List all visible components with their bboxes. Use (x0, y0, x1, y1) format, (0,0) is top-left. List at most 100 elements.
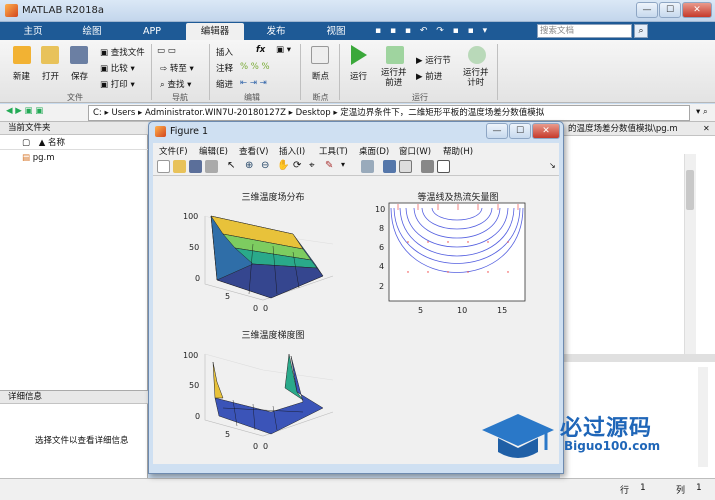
link-plot-icon[interactable] (361, 160, 374, 173)
new-button[interactable]: 新建 (13, 70, 30, 82)
path-segment-users[interactable]: Users (111, 108, 135, 118)
pointer-icon[interactable]: ↖ (227, 160, 240, 173)
find-button[interactable]: ⌕ 查找 ▾ (160, 78, 191, 90)
find-files-button[interactable]: ▣ 查找文件 (100, 46, 145, 58)
new-figure-icon[interactable] (157, 160, 170, 173)
details-title: 详细信息 (0, 391, 148, 404)
comment-percent-icon[interactable]: % % % (240, 62, 270, 72)
menu-file[interactable]: 文件(F) (159, 145, 188, 157)
insert-dropdown-icon[interactable]: ▣ ▾ (276, 45, 291, 55)
ribbon-divider (209, 44, 210, 100)
breakpoints-button[interactable]: 断点 (312, 70, 329, 82)
indent-icons[interactable]: ⇤ ⇥ ⇥ (240, 78, 267, 88)
legend-icon[interactable] (399, 160, 412, 173)
watermark-url: Biguo100.com (564, 439, 661, 453)
pan-icon[interactable]: ✋ (277, 160, 290, 173)
quick-access-toolbar[interactable]: ▪ ▪ ▪ ↶ ↷ ▪ ▪ ▾ (375, 26, 525, 38)
figure-maximize-button[interactable]: ☐ (509, 123, 531, 139)
name-column-header[interactable]: ▢ ▲ 名称 (0, 136, 148, 150)
save-icon (70, 46, 88, 64)
advance-button[interactable]: ▶ 前进 (416, 70, 442, 82)
close-tab-icon[interactable]: ✕ (703, 124, 710, 133)
menu-view[interactable]: 查看(V) (239, 145, 268, 157)
figure-toolbar: ↖ ⊕ ⊖ ✋ ⟳ ⌖ ✎ ▾ ↘ (153, 158, 559, 176)
data-cursor-icon[interactable]: ⌖ (309, 160, 322, 173)
search-icon[interactable]: ⌕ (634, 24, 648, 38)
show-plot-tools-icon[interactable] (437, 160, 450, 173)
tab-plots[interactable]: 绘图 (66, 23, 118, 40)
open-file-icon[interactable] (173, 160, 186, 173)
menu-tools[interactable]: 工具(T) (319, 145, 348, 157)
close-button[interactable]: ✕ (682, 2, 712, 18)
ribbon-divider (339, 44, 340, 100)
status-bar: 行 1 列 1 (0, 478, 715, 500)
menu-insert[interactable]: 插入(I) (279, 145, 305, 157)
plot2-x-tick: 5 (418, 306, 424, 315)
goto-button[interactable]: ⇨ 转至 ▾ (160, 62, 194, 74)
scrollbar-thumb[interactable] (686, 170, 694, 210)
menu-help[interactable]: 帮助(H) (443, 145, 473, 157)
run-button[interactable]: 运行 (350, 70, 367, 82)
plot1-y-tick: 5 (225, 292, 231, 301)
path-segment-user[interactable]: Administrator.WIN7U-20180127Z (145, 108, 286, 118)
dock-icon[interactable]: ↘ (549, 161, 556, 170)
figure-menu-bar: 文件(F) 编辑(E) 查看(V) 插入(I) 工具(T) 桌面(D) 窗口(W… (153, 143, 559, 158)
path-segment-drive[interactable]: C: (93, 108, 102, 118)
figure-icon (155, 126, 166, 137)
indent-button[interactable]: 缩进 (216, 78, 233, 90)
run-and-time-button[interactable]: 运行并 计时 (463, 68, 489, 88)
plot3-title: 三维温度梯度图 (241, 331, 305, 341)
save-button[interactable]: 保存 (71, 70, 88, 82)
editor-tab-label: 的温度场差分数值模拟\pg.m (568, 124, 678, 134)
figure-title-bar[interactable]: Figure 1 — ☐ ✕ (149, 122, 563, 142)
menu-desktop[interactable]: 桌面(D) (359, 145, 389, 157)
maximize-button[interactable]: ☐ (659, 2, 681, 18)
m-file-icon: ▤ (22, 153, 31, 163)
back-icon[interactable]: ◀ ▶ ▣ ▣ (6, 106, 43, 116)
open-button[interactable]: 打开 (42, 70, 59, 82)
colorbar-icon[interactable] (383, 160, 396, 173)
hide-plot-tools-icon[interactable] (421, 160, 434, 173)
file-list-item[interactable]: ▤ pg.m (22, 153, 55, 163)
zoom-out-icon[interactable]: ⊖ (261, 160, 274, 173)
open-folder-icon (41, 46, 59, 64)
figure-close-button[interactable]: ✕ (532, 123, 560, 139)
plot1-z-tick: 50 (189, 243, 200, 252)
insert-button[interactable]: 插入 (216, 46, 233, 58)
brush-icon[interactable]: ✎ (325, 160, 338, 173)
insert-nav-icon[interactable]: ▭ ▭ (157, 46, 176, 56)
zoom-in-icon[interactable]: ⊕ (245, 160, 258, 173)
figure-minimize-button[interactable]: — (486, 123, 508, 139)
path-segment-desktop[interactable]: Desktop (296, 108, 331, 118)
run-section-icon: ▶ (416, 56, 426, 66)
graduation-cap-logo (482, 414, 554, 458)
search-input[interactable]: 搜索文档 (537, 24, 632, 38)
run-section-button[interactable]: ▶ 运行节 (416, 54, 451, 66)
address-dropdown-icon[interactable]: ▾ ⌕ (696, 107, 708, 117)
print-button[interactable]: ▣ 打印 ▾ (100, 78, 135, 90)
fx-button[interactable]: fx (256, 45, 265, 55)
run-advance-button[interactable]: 运行并 前进 (381, 68, 407, 88)
menu-edit[interactable]: 编辑(E) (199, 145, 228, 157)
rotate-icon[interactable]: ⟳ (293, 160, 306, 173)
tab-editor[interactable]: 编辑器 (186, 23, 244, 40)
minimize-button[interactable]: — (636, 2, 658, 18)
compare-button[interactable]: ▣ 比较 ▾ (100, 62, 135, 74)
editor-tab[interactable]: 的温度场差分数值模拟\pg.m (560, 122, 715, 136)
path-segment-folder[interactable]: 定温边界条件下，二维矩形平板的温度场差分数值模拟 (340, 108, 544, 118)
plot3-y-tick: 0 (253, 442, 259, 451)
tab-apps[interactable]: APP (126, 23, 178, 40)
comment-button[interactable]: 注释 (216, 62, 233, 74)
tab-publish[interactable]: 发布 (250, 23, 302, 40)
save-figure-icon[interactable] (189, 160, 202, 173)
address-path-field[interactable]: C: ▸ Users ▸ Administrator.WIN7U-2018012… (88, 105, 690, 121)
tab-view[interactable]: 视图 (310, 23, 362, 40)
file-icon: ▢ (22, 138, 31, 148)
brush-dropdown-icon[interactable]: ▾ (341, 160, 354, 173)
tab-home[interactable]: 主页 (8, 23, 58, 40)
print-figure-icon[interactable] (205, 160, 218, 173)
group-label-file: 文件 (67, 93, 83, 102)
plot2-contour[interactable] (388, 202, 528, 304)
splitter[interactable] (560, 354, 715, 362)
menu-window[interactable]: 窗口(W) (399, 145, 431, 157)
